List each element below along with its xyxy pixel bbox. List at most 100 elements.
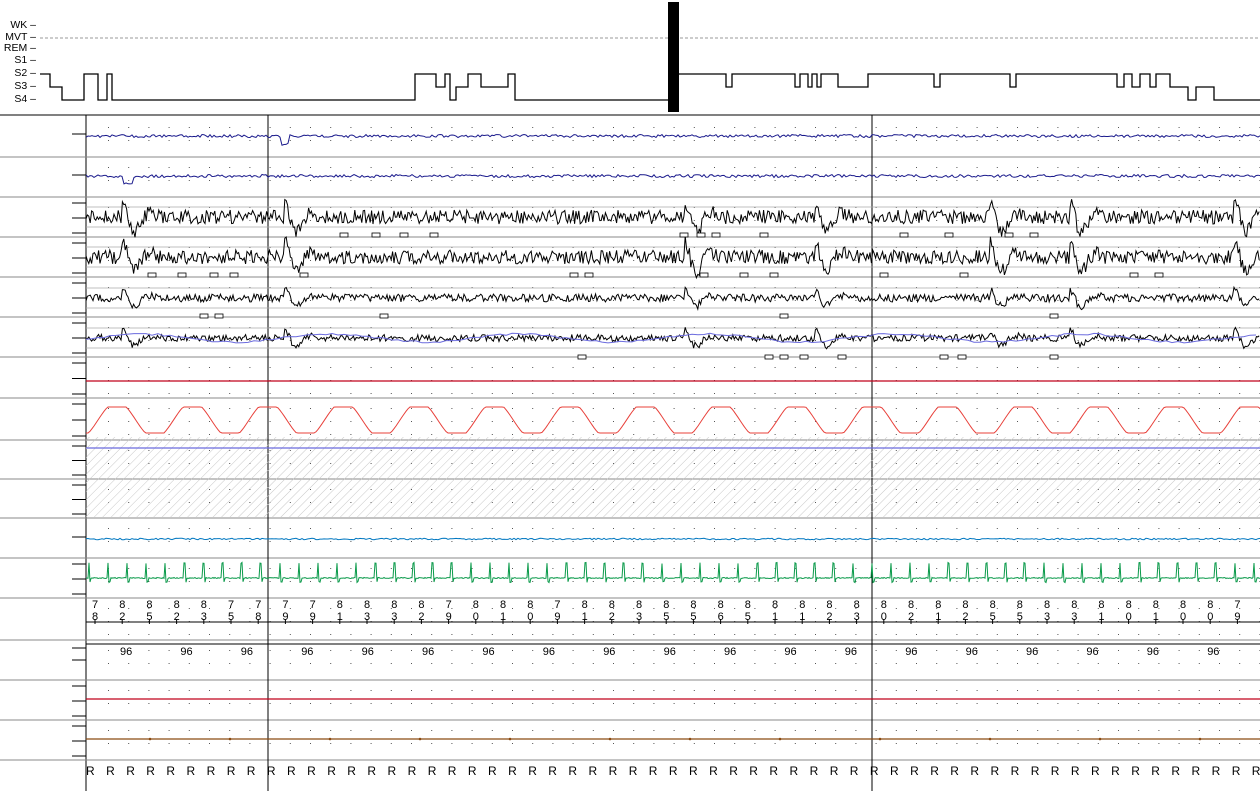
signal-canvas[interactable]: 7882858283757879798183838279808180798182…	[0, 0, 1260, 791]
hr-value-digit: 7	[554, 599, 560, 611]
r-marker: R	[106, 764, 115, 778]
event-box	[339, 232, 349, 238]
r-marker: R	[568, 764, 577, 778]
hr-value-digit: 8	[337, 599, 343, 611]
c4a1-trace	[85, 235, 1260, 280]
event-box	[939, 354, 949, 360]
spo2-values: 9696969696969696969696969696969696969696	[120, 646, 1219, 658]
hr-value-digit: 8	[1017, 599, 1023, 611]
eog-trace	[85, 133, 1260, 146]
r-marker: R	[327, 764, 336, 778]
hypnogram-stage-label: S4 –	[14, 93, 36, 105]
r-marker: R	[187, 764, 196, 778]
lleg-event	[608, 737, 612, 741]
spo2-value: 96	[603, 646, 615, 658]
r-marker: R	[1131, 764, 1140, 778]
event-box	[209, 272, 219, 278]
r-marker: R	[1111, 764, 1120, 778]
hr-value-digit: 8	[690, 599, 696, 611]
r-marker: R	[890, 764, 899, 778]
r-marker: R	[1071, 764, 1080, 778]
lleg-event	[508, 737, 512, 741]
r-marker: R	[790, 764, 799, 778]
hr-value-digit: 8	[1207, 599, 1213, 611]
event-box	[959, 272, 969, 278]
r-marker: R	[970, 764, 979, 778]
r-marker: R	[548, 764, 557, 778]
hr-value-digit: 8	[364, 599, 370, 611]
flow-trace	[86, 406, 1260, 434]
event-box	[1154, 272, 1164, 278]
r-marker: R	[810, 764, 819, 778]
lleg-event	[418, 737, 422, 741]
event-box	[739, 272, 749, 278]
o1a2-trace	[85, 285, 1260, 312]
r-marker: R	[749, 764, 758, 778]
event-box	[229, 272, 239, 278]
spo2-value: 96	[301, 646, 313, 658]
event-box	[769, 272, 779, 278]
lleg-event	[328, 737, 332, 741]
event-box	[779, 313, 789, 319]
hr-value-digit: 7	[92, 599, 98, 611]
hr-value-digit: 8	[1126, 599, 1132, 611]
hr-value-digit: 8	[636, 599, 642, 611]
event-box	[429, 232, 439, 238]
hr-value-digit: 8	[174, 599, 180, 611]
ecg-trace	[86, 561, 1260, 584]
hypnogram-stage-label: S2 –	[14, 67, 36, 79]
r-marker: R	[86, 764, 95, 778]
lleg-event	[988, 737, 992, 741]
r-marker: R	[126, 764, 135, 778]
r-marker: R	[528, 764, 537, 778]
hr-value-digit: 8	[908, 599, 914, 611]
hr-value-digit: 8	[990, 599, 996, 611]
r-marker: R	[629, 764, 638, 778]
hr-value-digit: 8	[1044, 599, 1050, 611]
r-marker: R	[1212, 764, 1221, 778]
micro-trace	[85, 537, 1260, 541]
event-box	[764, 354, 774, 360]
r-marker: R	[729, 764, 738, 778]
hr-value-digit: 8	[854, 599, 860, 611]
event-box	[711, 232, 721, 238]
r-marker: R	[408, 764, 417, 778]
lleg-event	[228, 737, 232, 741]
spo2-value: 96	[120, 646, 132, 658]
hypnogram-stage-label: S3 –	[14, 80, 36, 92]
spo2-value: 96	[180, 646, 192, 658]
hr-value-digit: 8	[473, 599, 479, 611]
r-marker: R	[1011, 764, 1020, 778]
spo2-value: 96	[482, 646, 494, 658]
r-marker: R	[649, 764, 658, 778]
r-marker: R	[589, 764, 598, 778]
hypnogram-stage-label: WK –	[10, 19, 36, 31]
r-marker: R	[769, 764, 778, 778]
r-marker: R	[388, 764, 397, 778]
r-marker: R	[830, 764, 839, 778]
hr-value-digit: 8	[718, 599, 724, 611]
r-marker: R	[1232, 764, 1241, 778]
r-marker: R	[870, 764, 879, 778]
r-marker: R	[146, 764, 155, 778]
event-box	[1049, 313, 1059, 319]
r-marker: R	[227, 764, 236, 778]
event-box	[879, 272, 889, 278]
reog-trace	[85, 173, 1260, 185]
event-box	[1004, 232, 1014, 238]
hypnogram-stage-label: REM –	[3, 42, 36, 54]
hypnogram-cursor	[668, 2, 679, 112]
hr-value-digit: 8	[935, 599, 941, 611]
r-marker: R	[991, 764, 1000, 778]
lleg-event	[1198, 737, 1202, 741]
r-marker: R	[247, 764, 256, 778]
event-box	[214, 313, 224, 319]
o2a1-overlay	[85, 332, 1257, 344]
r-marker: R	[166, 764, 175, 778]
r-marker: R	[850, 764, 859, 778]
hr-value-digit: 8	[391, 599, 397, 611]
o2a1-trace	[85, 326, 1260, 350]
spo2-value: 96	[241, 646, 253, 658]
tho-abd-hatch	[86, 437, 1260, 517]
hr-value-digit: 8	[201, 599, 207, 611]
